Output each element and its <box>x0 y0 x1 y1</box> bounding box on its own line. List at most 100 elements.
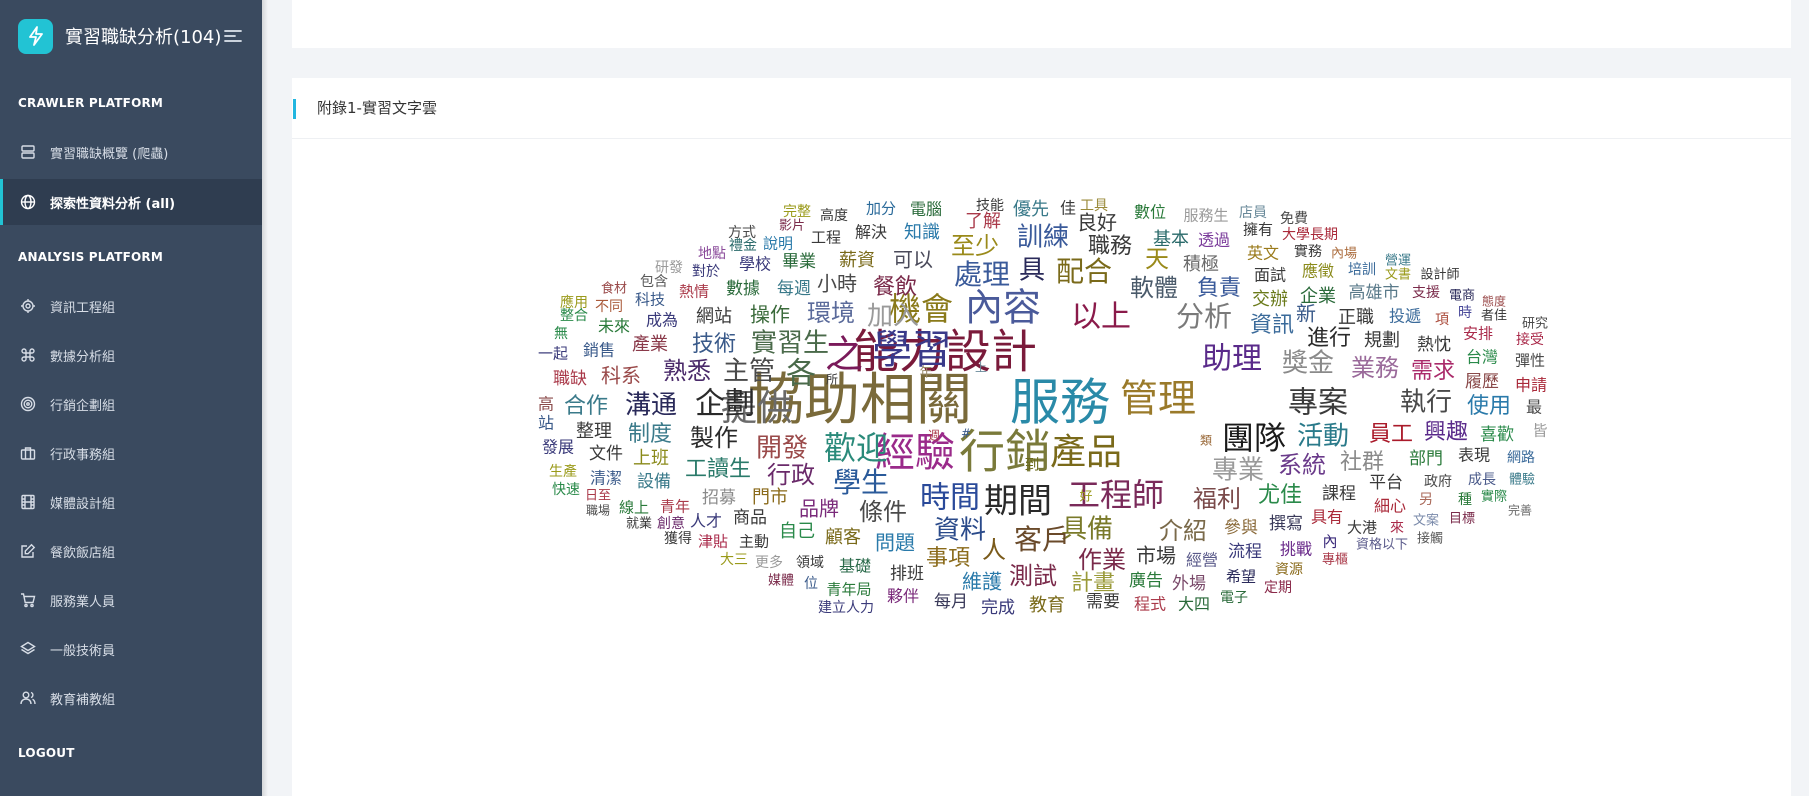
word-cloud-word: 福利 <box>1193 485 1241 513</box>
word-cloud-word: 餐飲 <box>873 275 917 300</box>
word-cloud-word: 基礎 <box>839 557 871 576</box>
word-cloud-word: 透過 <box>1198 231 1230 250</box>
word-cloud-word: 門市 <box>752 487 788 508</box>
word-cloud-word: 未來 <box>598 317 630 336</box>
word-cloud-word: 免費 <box>1280 211 1308 227</box>
word-cloud-word: 學生 <box>833 466 889 499</box>
word-cloud-word: 使用 <box>1467 394 1511 419</box>
word-cloud-word: 設計師 <box>1420 267 1459 283</box>
word-cloud-word: 分析 <box>1176 300 1232 333</box>
word-cloud-word: 最 <box>1526 398 1542 417</box>
word-cloud-word: 成長 <box>1468 472 1496 488</box>
word-cloud-word: 解決 <box>855 223 887 242</box>
word-cloud-word: 履歷 <box>1465 372 1499 392</box>
word-cloud-word: 實務 <box>1294 243 1322 260</box>
word-cloud-word: 大三 <box>720 552 748 568</box>
word-cloud-word: 店員 <box>1239 205 1267 221</box>
word-cloud-word: 熟悉 <box>663 357 711 385</box>
word-cloud-word: 所 <box>826 373 838 387</box>
word-cloud-word: 技術 <box>692 332 736 357</box>
word-cloud-word: 配合 <box>1056 255 1112 288</box>
word-cloud-word: 時間 <box>920 481 980 516</box>
word-cloud-word: 執行 <box>1400 388 1452 418</box>
word-cloud-word: 軟體 <box>1130 274 1178 302</box>
word-cloud-word: 高 <box>538 395 554 414</box>
word-cloud-word: 主管 <box>723 357 775 387</box>
word-cloud-word: 行政 <box>767 461 815 489</box>
word-cloud-word: 歡迎 <box>824 429 888 467</box>
word-cloud-word: 尤佳 <box>1258 483 1302 508</box>
word-cloud-word: 挑戰 <box>1280 540 1312 559</box>
word-cloud-word: 年 <box>919 366 932 381</box>
word-cloud-word: 細心 <box>1374 497 1406 516</box>
word-cloud-word: 更多 <box>755 554 783 571</box>
word-cloud-word: 團隊 <box>1222 419 1286 457</box>
word-cloud-word: 佳 <box>1060 199 1076 218</box>
word-cloud-word: 營運 <box>1385 254 1411 269</box>
word-cloud-word: 流程 <box>1228 542 1262 562</box>
word-cloud-word: 參與 <box>1224 518 1258 538</box>
word-cloud-word: 網站 <box>696 306 732 327</box>
word-cloud-word: 面試 <box>1254 266 1286 285</box>
word-cloud-word: 種 <box>1458 492 1472 508</box>
word-cloud-word: 工讀生 <box>685 457 751 482</box>
word-cloud-word: 主動 <box>739 533 769 551</box>
word-cloud-word: 加分 <box>866 200 896 218</box>
word-cloud-word: 商品 <box>733 508 767 528</box>
word-cloud-word: 良好 <box>1077 211 1117 235</box>
word-cloud-word: 品牌 <box>799 497 839 521</box>
word-cloud-word: 申請 <box>1515 376 1547 395</box>
word-cloud-word: 影片 <box>779 219 805 234</box>
word-cloud-word: 事項 <box>926 546 970 571</box>
word-cloud-word: 網路 <box>1507 450 1535 466</box>
word-cloud-word: 加入 <box>867 302 919 332</box>
word-cloud-word: 可以 <box>893 248 933 272</box>
word-cloud-word: 培訓 <box>1348 262 1376 278</box>
word-cloud-word: 到 <box>1024 456 1039 474</box>
word-cloud-word: 目標 <box>1449 512 1475 527</box>
word-cloud-word: 廣告 <box>1129 571 1163 591</box>
word-cloud-word: 清潔 <box>590 469 622 488</box>
word-cloud-word: 上班 <box>633 448 669 469</box>
word-cloud-word: 學校 <box>739 255 771 274</box>
word-cloud-word: 職缺 <box>553 369 587 389</box>
word-cloud-word: 優先 <box>1013 199 1049 220</box>
word-cloud-word: 地點 <box>698 246 726 262</box>
word-cloud-word: 作業 <box>1078 546 1126 574</box>
word-cloud-word: 訓練 <box>1017 223 1069 253</box>
word-cloud-word: 職務 <box>1088 234 1132 259</box>
word-cloud-word: 規劃 <box>1364 330 1400 351</box>
word-cloud-word: 業務 <box>1351 354 1399 382</box>
word-cloud-word: 客戶 <box>1014 523 1070 556</box>
word-cloud-word: 問題 <box>875 531 915 555</box>
word-cloud-word: 溝通 <box>625 391 677 421</box>
word-cloud-word: 期間 <box>984 482 1052 522</box>
word-cloud-word: 服務 <box>1010 374 1110 432</box>
word-cloud-word: 操作 <box>750 303 790 327</box>
word-cloud-word: 設備 <box>637 472 671 492</box>
word-cloud-word: 制度 <box>628 422 672 447</box>
word-cloud-word: 興趣 <box>1424 420 1468 445</box>
word-cloud-word: 員工 <box>1369 422 1413 447</box>
word-cloud-word: 對於 <box>692 264 720 280</box>
word-cloud-word: 文書 <box>1385 268 1411 283</box>
word-cloud-word: 高雄市 <box>1349 283 1400 303</box>
word-cloud-word: 教育 <box>1029 595 1065 616</box>
word-cloud-word: 各 <box>786 357 816 392</box>
word-cloud-word: 食材 <box>601 281 627 297</box>
word-cloud-word: 好 <box>1079 490 1092 505</box>
word-cloud-word: 領域 <box>796 554 824 571</box>
word-cloud-word: 排班 <box>890 564 924 584</box>
word-cloud-word: 學習 <box>872 327 952 373</box>
word-cloud-word: 包含 <box>640 274 668 290</box>
word-cloud-word: 另 <box>1419 492 1433 508</box>
word-cloud-word: 部門 <box>1409 449 1443 469</box>
word-cloud-word: 資料 <box>934 516 986 546</box>
word-cloud-word: 助理 <box>1202 342 1262 377</box>
word-cloud-word: 銷售 <box>583 341 615 360</box>
word-cloud-word: 方式 <box>728 225 756 241</box>
word-cloud-word: 撰寫 <box>1269 514 1303 534</box>
word-cloud-word: 青年 <box>660 498 690 516</box>
word-cloud-word: 希望 <box>1226 568 1256 586</box>
word-cloud-word: 資格以下 <box>1356 537 1408 553</box>
